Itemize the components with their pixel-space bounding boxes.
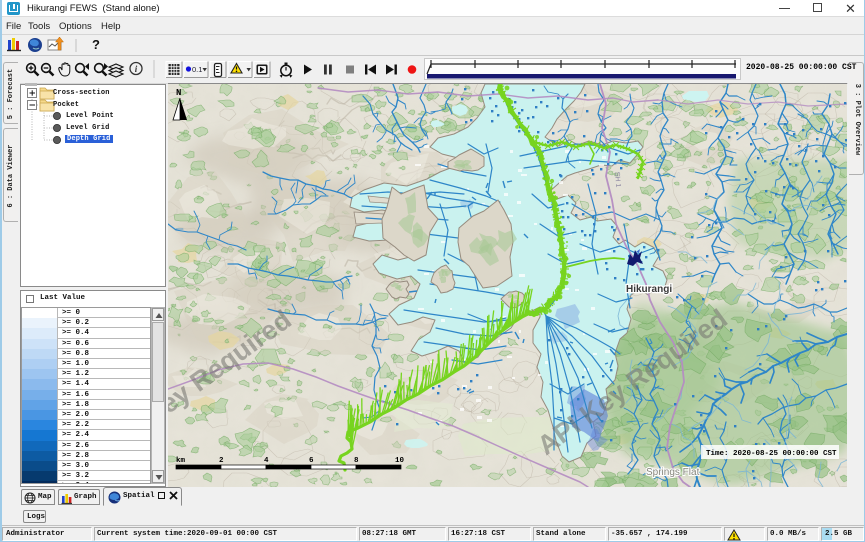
svg-text:i: i (135, 64, 138, 74)
svg-text:10: 10 (395, 457, 405, 465)
svg-text:Springs Flat: Springs Flat (646, 467, 700, 478)
svg-text:0.1: 0.1 (192, 65, 202, 74)
svg-text:4: 4 (264, 457, 269, 465)
svg-text:8: 8 (354, 457, 359, 465)
svg-text:N: N (176, 88, 181, 98)
svg-text:Hikurangi: Hikurangi (626, 284, 672, 295)
svg-text:SH 1: SH 1 (613, 172, 621, 188)
svg-text:km: km (176, 457, 186, 465)
svg-text:Time: 2020-08-25 00:00:00 CST: Time: 2020-08-25 00:00:00 CST (706, 450, 837, 458)
svg-text:6: 6 (309, 457, 314, 465)
svg-text:2: 2 (219, 457, 224, 465)
